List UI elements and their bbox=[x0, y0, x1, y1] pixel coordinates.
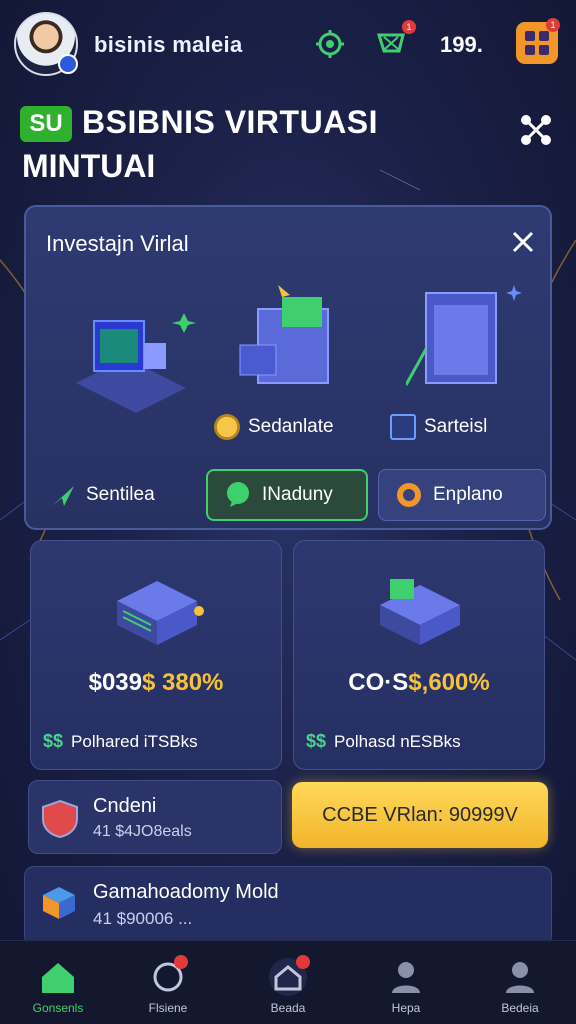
coin-icon bbox=[214, 414, 240, 440]
nav-item-store[interactable]: Beada bbox=[238, 951, 338, 1015]
nav-item-refresh[interactable]: Flsiene bbox=[118, 951, 218, 1015]
asset-sedanlate[interactable]: Sedanlate bbox=[214, 414, 334, 440]
asset-sarteisl[interactable]: Sarteisl bbox=[390, 414, 487, 440]
notification-badge bbox=[174, 955, 188, 969]
explore-button[interactable]: Enplano bbox=[378, 469, 546, 521]
nav-item-profile[interactable]: Bedeia bbox=[470, 951, 570, 1015]
quest-title: Cndeni bbox=[93, 795, 157, 817]
game-card[interactable]: Gamahoadomy Mold 41 $90006 ... bbox=[24, 866, 552, 946]
person-icon bbox=[386, 957, 426, 997]
target-icon bbox=[397, 483, 421, 507]
share-icon[interactable] bbox=[516, 110, 556, 150]
bottom-nav: Gonsenls Flsiene Beada Hepa Bedeia bbox=[0, 940, 576, 1024]
cube-icon bbox=[43, 887, 75, 919]
chat-button[interactable]: INaduny bbox=[206, 469, 368, 521]
gear-scan-icon[interactable] bbox=[310, 24, 350, 64]
grid-menu-icon[interactable]: 1 bbox=[516, 18, 560, 64]
store-icon bbox=[268, 955, 310, 997]
nav-label: Beada bbox=[270, 1001, 306, 1015]
profile-icon bbox=[500, 957, 540, 997]
card-value: CO·S$,600% bbox=[348, 669, 490, 696]
send-icon bbox=[52, 486, 74, 506]
dollar-icon: $$ bbox=[43, 731, 64, 751]
quest-card[interactable]: Cndeni 41 $4JO8eals bbox=[28, 780, 282, 854]
device-illustration-icon bbox=[380, 579, 460, 645]
nav-item-help[interactable]: Hepa bbox=[356, 951, 456, 1015]
server-illustration-icon bbox=[117, 581, 204, 645]
cart-icon[interactable]: 1 bbox=[372, 20, 416, 64]
asset-label: Sedanlate bbox=[248, 416, 334, 437]
refresh-icon bbox=[148, 955, 188, 997]
cta-button[interactable]: CCBE VRlan: 90999V bbox=[292, 782, 548, 848]
page-subtitle: MINTUAI bbox=[22, 148, 156, 184]
panel-title: Investajn Virlal bbox=[46, 231, 189, 256]
send-button-label: Sentilea bbox=[86, 484, 155, 505]
building-illustration-icon bbox=[239, 285, 329, 384]
chat-icon bbox=[227, 482, 249, 507]
game-card-title: Gamahoadomy Mold bbox=[93, 881, 279, 903]
dollar-icon: $$ bbox=[306, 731, 327, 751]
card-value: $039$ 380% bbox=[88, 669, 224, 696]
home-icon bbox=[38, 957, 78, 997]
brand-badge: SU bbox=[20, 106, 72, 142]
nav-label: Gonsenls bbox=[32, 1001, 84, 1015]
chat-button-label: INaduny bbox=[262, 484, 333, 505]
tower-illustration-icon bbox=[406, 285, 522, 386]
nav-label: Flsiene bbox=[148, 1001, 188, 1015]
asset-label: Sarteisl bbox=[424, 416, 488, 437]
nav-label: Bedeia bbox=[501, 1001, 539, 1015]
computer-illustration-icon bbox=[76, 313, 196, 413]
card-sub-label: Polhasd nESBks bbox=[334, 731, 461, 751]
card-sub-label: Polhared iTSBks bbox=[71, 731, 198, 751]
coin-balance: 199. bbox=[440, 32, 483, 57]
nav-item-home[interactable]: Gonsenls bbox=[8, 951, 108, 1015]
stat-card[interactable]: CO·S$,600% $$ Polhasd nESBks bbox=[293, 540, 545, 770]
send-button[interactable]: Sentilea bbox=[34, 469, 202, 521]
game-card-sub: 41 $90006 ... bbox=[93, 909, 193, 928]
shield-icon bbox=[42, 799, 78, 839]
top-bar: bisinis maleia 1 199. 1 bbox=[0, 0, 576, 90]
card-sub: $$ Polhasd nESBks bbox=[306, 731, 461, 752]
box-icon bbox=[390, 414, 416, 440]
verified-badge-icon bbox=[58, 54, 78, 74]
explore-button-label: Enplano bbox=[433, 484, 503, 505]
menu-notification-badge: 1 bbox=[546, 18, 560, 32]
investment-panel: Investajn Virlal Sedanlate Sarteisl Sent… bbox=[24, 205, 552, 530]
notification-badge: 1 bbox=[402, 20, 416, 34]
username: bisinis maleia bbox=[94, 32, 243, 57]
nav-label: Hepa bbox=[391, 1001, 421, 1015]
close-icon[interactable] bbox=[508, 227, 538, 257]
stat-card[interactable]: $039$ 380% $$ Polhared iTSBks bbox=[30, 540, 282, 770]
notification-badge bbox=[296, 955, 310, 969]
page-title: BSIBNIS VIRTUASI bbox=[82, 104, 379, 140]
quest-sub: 41 $4JO8eals bbox=[93, 823, 192, 840]
card-sub: $$ Polhared iTSBks bbox=[43, 731, 198, 752]
